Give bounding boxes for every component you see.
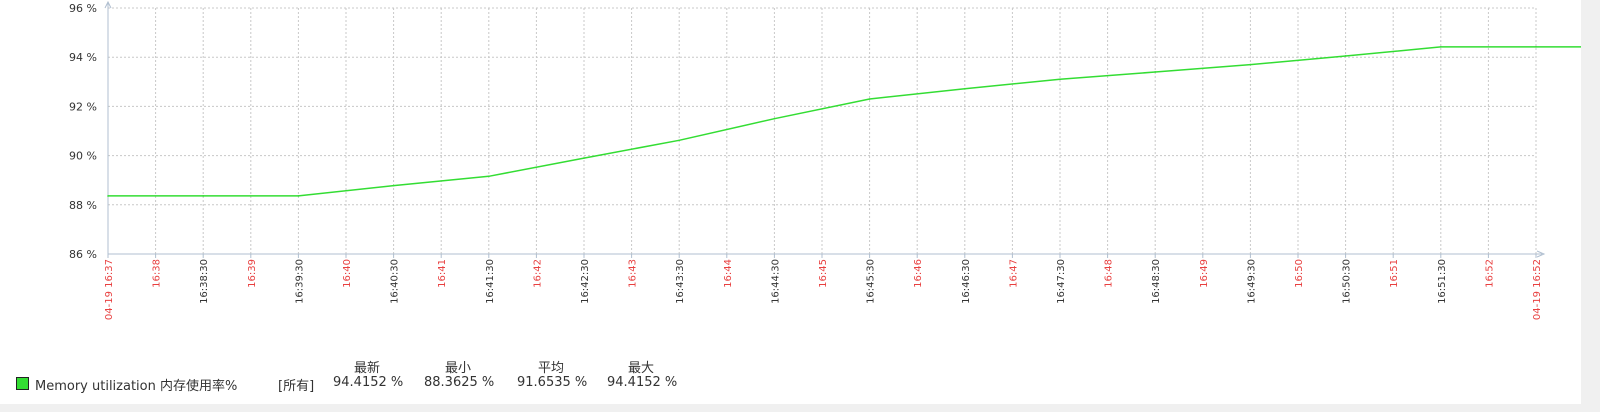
x-tick-label: 16:39 — [247, 259, 258, 288]
legend-header-max: 最大 — [627, 361, 654, 376]
data-point — [1059, 78, 1061, 81]
legend-min-value: 88.3625 % — [424, 375, 495, 390]
legend-header-latest: 最新 — [353, 361, 380, 376]
x-tick-label: 16:52 — [1484, 259, 1495, 288]
x-tick-label: 16:40 — [342, 259, 353, 288]
x-tick-label: 16:39:30 — [294, 259, 305, 304]
legend-header-min: 最小 — [444, 361, 471, 376]
data-point — [964, 87, 966, 90]
x-tick-label: 04-19 16:52 — [1532, 259, 1543, 320]
y-tick-label: 94 % — [69, 51, 97, 64]
legend-latest-value: 94.4152 % — [333, 375, 404, 390]
x-tick-label: 16:42 — [532, 259, 543, 288]
x-tick-label: 16:46 — [913, 259, 924, 288]
y-tick-label: 96 % — [69, 2, 97, 15]
x-tick-label: 16:51 — [1389, 259, 1400, 288]
legend: 最新 最小 平均 最大 Memory utilization 内存使用率% [所… — [0, 345, 900, 395]
x-tick-label: 16:48 — [1104, 259, 1115, 288]
x-tick-label: 16:46:30 — [961, 259, 972, 304]
data-point — [1249, 63, 1252, 66]
y-tick-label: 88 % — [69, 199, 97, 212]
x-tick-label: 16:45:30 — [866, 259, 877, 304]
x-tick-label: 16:47:30 — [1056, 259, 1067, 304]
x-tick-label: 16:47 — [1008, 259, 1019, 288]
x-tick-label: 16:40:30 — [390, 259, 401, 304]
data-point — [392, 184, 395, 187]
data-point — [488, 175, 490, 178]
legend-group: [所有] — [278, 379, 315, 394]
x-tick-label: 16:51:30 — [1437, 259, 1448, 304]
legend-avg-value: 91.6535 % — [517, 375, 588, 390]
x-tick-label: 16:43 — [628, 259, 639, 288]
x-tick-label: 16:41:30 — [485, 259, 496, 304]
data-point — [1344, 55, 1347, 57]
data-point — [1154, 71, 1156, 73]
data-point — [202, 195, 204, 197]
legend-header-avg: 平均 — [537, 361, 564, 376]
data-point — [1535, 46, 1537, 48]
chart-panel: 86 % 88 % 90 % 92 % 94 % 96 % 04-19 16:37 16:38… — [0, 0, 1581, 404]
x-tick-label: 16:50:30 — [1342, 259, 1353, 304]
data-point — [868, 98, 871, 100]
x-tick-label: 16:38 — [152, 259, 163, 288]
data-point — [773, 117, 776, 120]
x-tick-label: 16:41 — [437, 259, 448, 288]
series-line-memory-utilization — [108, 46, 1581, 197]
y-tick-label: 86 % — [69, 248, 97, 261]
x-tick-label: 16:50 — [1294, 259, 1305, 288]
x-tick-label: 16:49:30 — [1246, 259, 1257, 304]
x-tick-label: 04-19 16:37 — [104, 259, 115, 320]
data-point — [678, 139, 680, 142]
y-tick-label: 92 % — [69, 100, 97, 113]
x-tick-label: 16:48:30 — [1151, 259, 1162, 304]
legend-max-value: 94.4152 % — [607, 375, 678, 390]
data-point — [107, 195, 109, 197]
data-point — [297, 195, 300, 197]
x-tick-label: 16:44 — [723, 259, 734, 288]
legend-series-name: Memory utilization 内存使用率% — [35, 379, 238, 394]
y-tick-label: 90 % — [69, 150, 97, 163]
legend-swatch — [16, 377, 29, 390]
x-tick-label: 16:38:30 — [199, 259, 210, 304]
data-point — [583, 157, 585, 159]
data-point — [1440, 46, 1442, 48]
x-tick-label: 16:45 — [818, 259, 829, 288]
x-tick-label: 16:43:30 — [675, 259, 686, 304]
x-tick-label: 16:42:30 — [580, 259, 591, 304]
x-tick-label: 16:49 — [1199, 259, 1210, 288]
line-chart: 86 % 88 % 90 % 92 % 94 % 96 % 04-19 16:37 16:38… — [69, 0, 1581, 320]
x-tick-label: 16:44:30 — [770, 259, 781, 304]
